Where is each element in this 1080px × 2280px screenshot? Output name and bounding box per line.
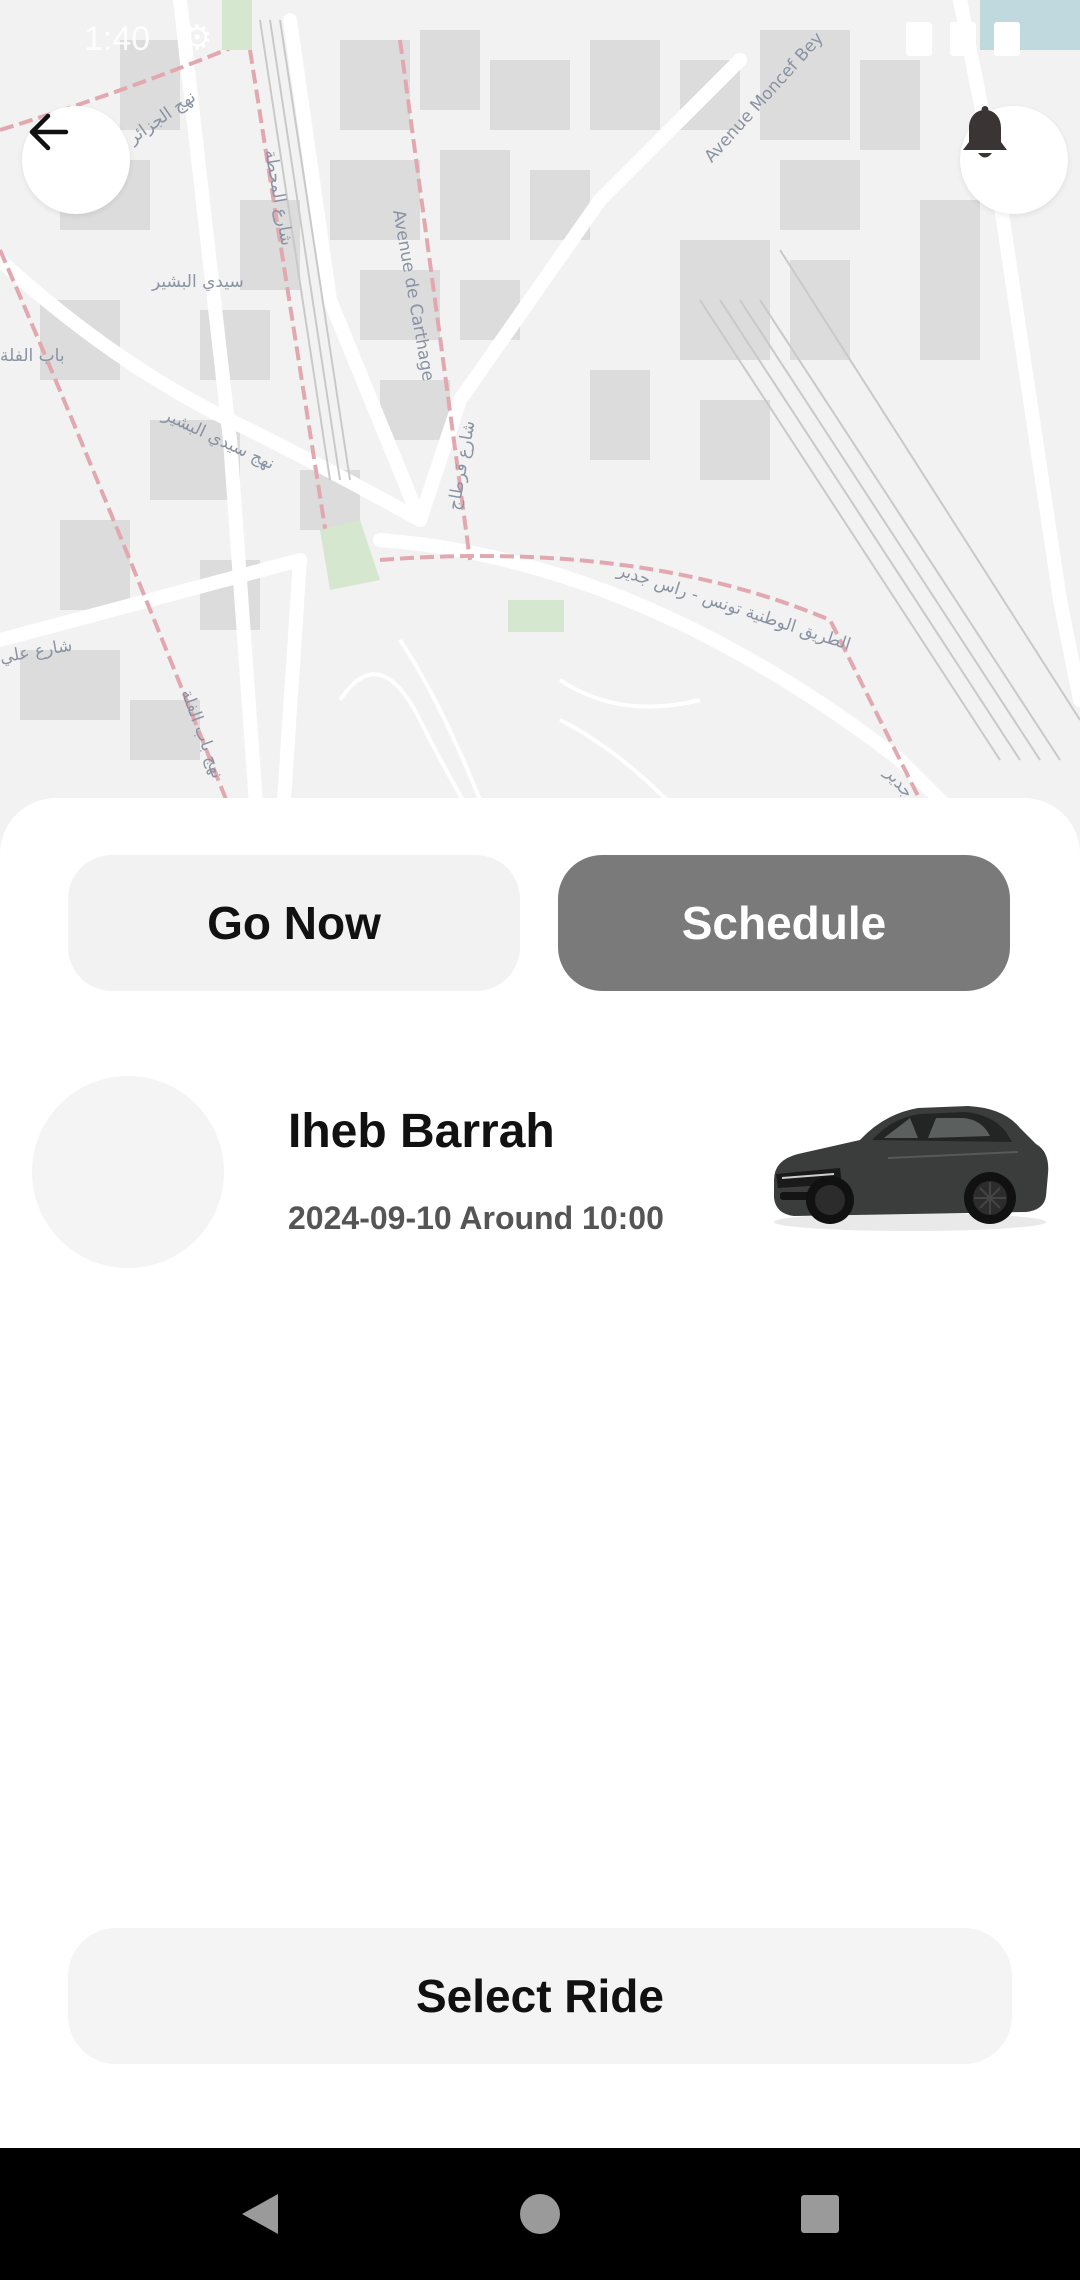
notification-button[interactable] [960, 106, 1068, 214]
back-button[interactable] [22, 106, 130, 214]
nav-back-button[interactable] [230, 2184, 290, 2244]
select-ride-label: Select Ride [416, 1970, 664, 2022]
map-label: سيدي البشير [152, 272, 244, 292]
map-label: باب الفلة [0, 346, 65, 366]
nav-recents-button[interactable] [790, 2184, 850, 2244]
status-time: 1:40 [84, 20, 151, 58]
tab-label: Schedule [681, 897, 887, 949]
map-view[interactable]: Avenue de Carthage Avenue Moncef Bey سيد… [0, 0, 1080, 860]
tab-schedule[interactable]: Schedule [558, 855, 1010, 991]
settings-icon: ⚙ [182, 19, 213, 57]
navigation-bar [0, 2148, 1080, 2280]
car-image [774, 1106, 1049, 1231]
nav-back-icon [242, 2194, 278, 2234]
nav-recents-icon [801, 2195, 839, 2233]
status-bar: 1:40 ⚙ [0, 0, 1080, 80]
avatar [32, 1076, 224, 1268]
wifi-icon [906, 22, 932, 56]
tab-go-now[interactable]: Go Now [68, 855, 520, 991]
battery-icon [994, 22, 1020, 56]
tab-label: Go Now [207, 897, 381, 949]
driver-name: Iheb Barrah [288, 1105, 555, 1158]
signal-icon [950, 22, 976, 56]
arrow-left-icon [29, 113, 69, 151]
nav-home-icon [520, 2194, 560, 2234]
bell-icon [963, 106, 1007, 158]
ride-sheet: Go Now Schedule Iheb Barrah 2024-09-10 A… [0, 798, 1080, 2148]
ride-time: 2024-09-10 Around 10:00 [288, 1200, 664, 1236]
nav-home-button[interactable] [510, 2184, 570, 2244]
status-icons [906, 22, 1020, 56]
select-ride-button[interactable]: Select Ride [68, 1928, 1012, 2064]
